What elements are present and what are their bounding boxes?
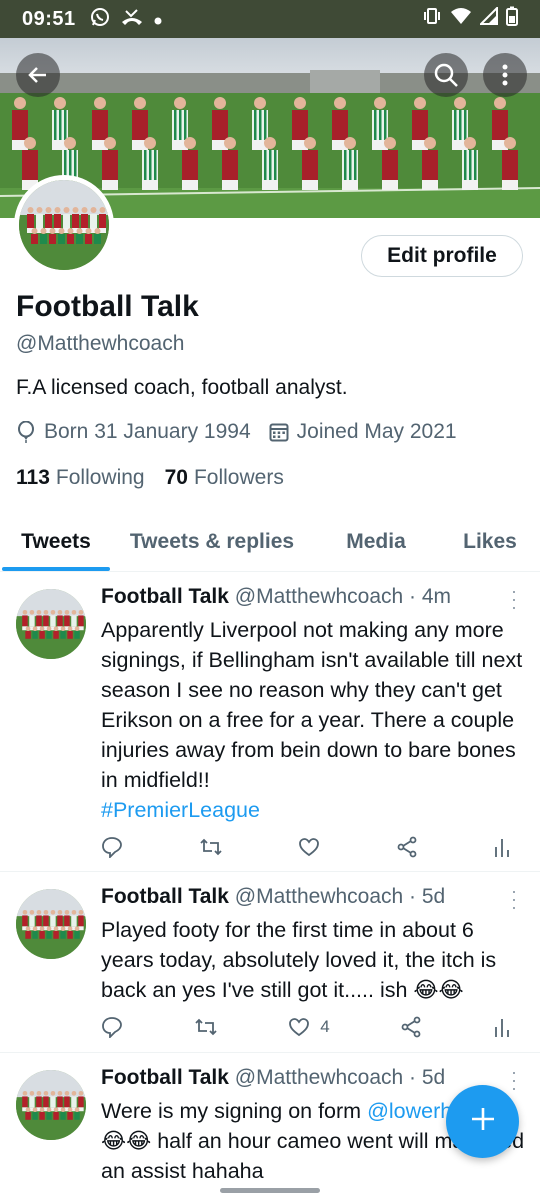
share-button[interactable] [396,836,418,858]
profile-tabs: Tweets Tweets & replies Media Likes [0,512,540,572]
tweet-avatar[interactable] [16,1070,86,1140]
follow-counts: 113 Following 70 Followers [16,466,304,490]
home-gesture-handle[interactable] [220,1188,320,1193]
tab-tweets-and-replies[interactable]: Tweets & replies [112,512,312,571]
status-bar: 09:51 [0,0,540,38]
heart-icon [298,836,320,858]
hashtag-link[interactable]: #PremierLeague [101,798,260,822]
share-icon [396,836,418,858]
like-count: 4 [320,1017,330,1036]
whatsapp-icon [90,7,110,31]
vibrate-icon [422,6,442,32]
followers-link[interactable]: 70 Followers [165,466,284,490]
analytics-button[interactable] [493,1016,511,1038]
retweet-button[interactable] [194,1016,218,1038]
tab-likes[interactable]: Likes [440,512,540,571]
signal-icon [478,5,498,31]
following-count: 113 [16,466,50,489]
tweet-header: Football Talk @Matthewhcoach · 4m [101,585,451,609]
more-vertical-icon [502,64,508,86]
tweet-actions: 4 [101,1012,511,1042]
tweet-actions [101,832,511,862]
birthday-balloon-icon [16,421,36,443]
join-date: Joined May 2021 [296,420,457,443]
tweet-handle-time: @Matthewhcoach · 5d [234,885,446,908]
reply-button[interactable] [101,836,123,858]
tweet-header: Football Talk @Matthewhcoach · 5d [101,885,445,909]
tweet-item[interactable]: Football Talk @Matthewhcoach · 4m · · · Ap… [0,573,540,872]
compose-plus-icon [470,1106,496,1137]
more-button[interactable] [483,53,527,97]
share-icon [400,1016,422,1038]
edit-profile-button[interactable]: Edit profile [361,235,523,277]
tweet-handle-time: @Matthewhcoach · 5d [234,1066,446,1089]
analytics-icon [493,1016,511,1038]
following-label: Following [55,466,145,489]
tweet-author-name: Football Talk [101,585,229,608]
tweet-avatar[interactable] [16,889,86,959]
mention-link[interactable]: @lowerh [367,1099,452,1123]
reply-icon [101,836,123,858]
wifi-icon [450,7,472,31]
tweet-more-icon[interactable]: · · · [510,582,518,616]
search-icon [433,62,459,88]
share-button[interactable] [400,1016,422,1038]
tab-media[interactable]: Media [312,512,440,571]
like-button[interactable]: 4 [288,1016,330,1038]
analytics-button[interactable] [493,836,511,858]
tweet-item[interactable]: Football Talk @Matthewhcoach · 5d · · · Pl… [0,873,540,1053]
profile-bio: F.A licensed coach, football analyst. [16,376,348,399]
following-link[interactable]: 113 Following [16,466,145,490]
tweet-author-name: Football Talk [101,885,229,908]
tweet-more-icon[interactable]: · · · [510,882,518,916]
gesture-nav-bar [0,1182,540,1200]
profile-handle: @Matthewhcoach [16,332,185,355]
calendar-icon [269,422,289,442]
back-arrow-icon [26,63,50,87]
followers-label: Followers [193,466,284,489]
like-button[interactable] [298,836,320,858]
tweet-body-text: Apparently Liverpool not making any more… [101,618,523,792]
tab-tweets[interactable]: Tweets [0,512,112,571]
tweet-text: Apparently Liverpool not making any more… [101,615,526,825]
reply-icon [101,1016,123,1038]
birth-date: Born 31 January 1994 [44,420,251,443]
followers-count: 70 [164,466,188,489]
analytics-icon [493,836,511,858]
battery-icon [506,6,518,32]
tweet-header: Football Talk @Matthewhcoach · 5d [101,1066,445,1090]
profile-meta: Born 31 January 1994 Joined May 2021 [16,420,457,444]
tweet-more-icon[interactable]: · · · [510,1063,518,1097]
missed-call-icon [120,7,144,31]
heart-icon [288,1016,310,1038]
tweet-text: Played footy for the first time in about… [101,918,497,1002]
status-time: 09:51 [22,7,76,30]
dot-icon [154,9,162,29]
reply-button[interactable] [101,1016,123,1038]
tweet-body-text: Were is my signing on form [101,1099,368,1123]
back-button[interactable] [16,53,60,97]
search-button[interactable] [424,53,468,97]
profile-avatar[interactable] [14,175,114,275]
compose-tweet-button[interactable] [446,1085,519,1158]
retweet-icon [194,1016,218,1038]
tweet-author-name: Football Talk [101,1066,229,1089]
profile-name: Football Talk [16,290,199,323]
retweet-icon [199,836,223,858]
retweet-button[interactable] [199,836,223,858]
tweet-handle-time: @Matthewhcoach · 4m [234,585,452,608]
tweet-avatar[interactable] [16,589,86,659]
